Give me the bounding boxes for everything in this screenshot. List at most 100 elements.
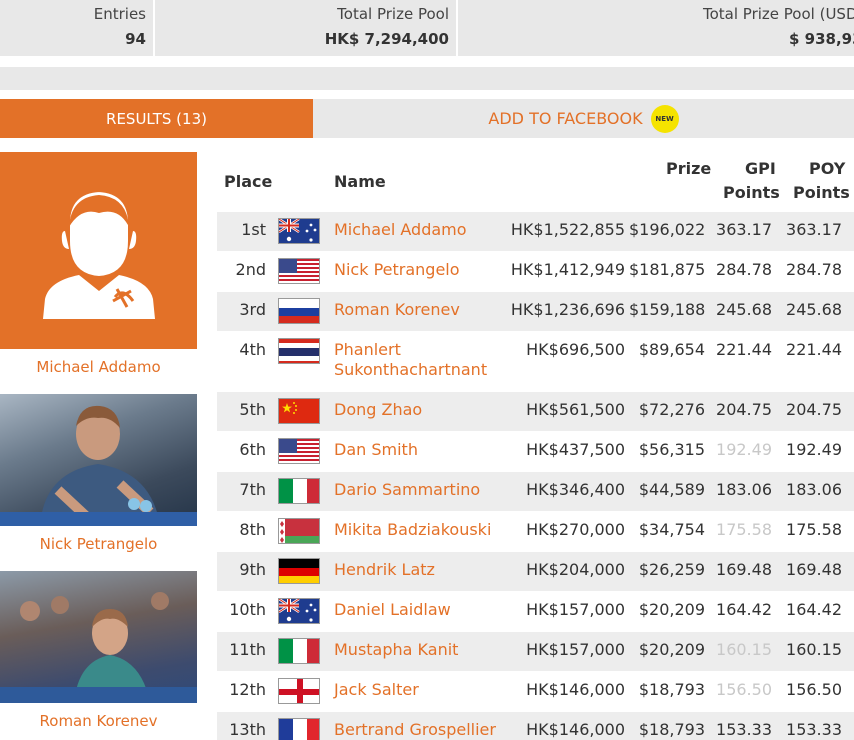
player-name-link[interactable]: Mikita Badziakouski [334,520,524,540]
france-flag-icon [278,718,320,740]
table-row: 1st Michael Addamo HK$1,522,855 $196,022 363… [217,212,854,252]
add-to-facebook-button[interactable]: ADD TO FACEBOOK NEW [313,99,854,138]
avatar-placeholder-icon [0,152,197,349]
prize-cell: HK$346,400 [526,480,625,499]
table-row: 7th Dario Sammartino HK$346,400 $44,589 183.… [217,472,854,512]
player-name-link[interactable]: Michael Addamo [334,220,524,240]
prize-usd-cell: $34,754 [638,520,705,539]
table-row: 10th Daniel Laidlaw HK$157,000 $20,209 164.4… [217,592,854,632]
prize-cell: HK$270,000 [526,520,625,539]
add-to-facebook-label: ADD TO FACEBOOK [488,109,643,128]
prize-cell: HK$696,500 [526,340,625,359]
thailand-flag-icon [278,338,320,364]
prize-cell: HK$1,236,696 [510,300,625,319]
table-row: 9th Hendrik Latz HK$204,000 $26,259 169.48 16… [217,552,854,592]
prize-usd-cell: $20,209 [638,600,705,619]
australia-flag-icon [278,218,320,244]
player-name-link[interactable]: Daniel Laidlaw [334,600,524,620]
prize-pool-value: HK$ 7,294,400 [324,30,449,48]
table-row: 13th Bertrand Grospellier HK$146,000 $18,79… [217,712,854,740]
gpi-points-cell: 363.17 [716,220,772,239]
place-cell: 6th [239,440,266,459]
header-name: Name [334,172,386,191]
russia-flag-icon [278,298,320,324]
prize-usd-cell: $159,188 [629,300,706,319]
table-row: 2nd Nick Petrangelo HK$1,412,949 $181,875 28… [217,252,854,292]
belarus-flag-icon [278,518,320,544]
player-name-link[interactable]: Nick Petrangelo [334,260,524,280]
gpi-points-cell: 221.44 [716,340,772,359]
table-body: 1st Michael Addamo HK$1,522,855 $196,022 363… [217,212,854,740]
player-name-link[interactable]: Dario Sammartino [334,480,524,500]
prize-cell: HK$146,000 [526,680,625,699]
gpi-points-cell: 175.58 [716,520,772,539]
entries-value: 94 [125,30,146,48]
italy-flag-icon [278,638,320,664]
header-poy: POY [809,159,846,178]
player-name-link[interactable]: Dong Zhao [334,400,524,420]
header-gpi: GPI [745,159,776,178]
poy-points-cell: 204.75 [786,400,842,419]
poy-points-cell: 169.48 [786,560,842,579]
player-card[interactable]: Roman Korenev [0,571,197,740]
prize-usd-cell: $89,654 [638,340,705,359]
germany-flag-icon [278,558,320,584]
place-cell: 2nd [235,260,266,279]
place-cell: 10th [229,600,266,619]
results-tabs: RESULTS (13) ADD TO FACEBOOK NEW [0,99,854,138]
player-name-link[interactable]: Bertrand Grospellier [334,720,524,740]
player-name-link[interactable]: Hendrik Latz [334,560,524,580]
usa-flag-icon [278,258,320,284]
prize-cell: HK$157,000 [526,640,625,659]
prize-pool-usd-value: $ 938,93 [789,30,854,48]
player-name-link[interactable]: Phanlert Sukonthachartnant [334,340,524,380]
place-cell: 12th [229,680,266,699]
header-poy-points: Points [793,183,850,202]
top-players-panel: Michael Addamo Nick Petrangelo Roman Kor… [0,152,197,740]
table-row: 12th Jack Salter HK$146,000 $18,793 156.50 15… [217,672,854,712]
place-cell: 7th [239,480,266,499]
table-row: 5th Dong Zhao HK$561,500 $72,276 204.75 204.7… [217,392,854,432]
new-badge: NEW [650,104,679,133]
china-flag-icon [278,398,320,424]
player-name-link[interactable]: Roman Korenev [334,300,524,320]
prize-pool-label: Total Prize Pool [337,5,449,23]
prize-pool-stat: Total Prize Pool HK$ 7,294,400 [155,0,458,56]
gpi-points-cell: 156.50 [716,680,772,699]
prize-usd-cell: $18,793 [638,720,705,739]
place-cell: 1st [241,220,266,239]
poy-points-cell: 245.68 [786,300,842,319]
table-row: 3rd Roman Korenev HK$1,236,696 $159,188 245.… [217,292,854,332]
poy-points-cell: 192.49 [786,440,842,459]
gpi-points-cell: 192.49 [716,440,772,459]
gpi-points-cell: 153.33 [716,720,772,739]
poy-points-cell: 284.78 [786,260,842,279]
gpi-points-cell: 204.75 [716,400,772,419]
australia-flag-icon [278,598,320,624]
poy-points-cell: 164.42 [786,600,842,619]
prize-usd-cell: $181,875 [629,260,706,279]
table-row: 4th Phanlert Sukonthachartnant HK$696,500 $… [217,332,854,392]
poy-points-cell: 156.50 [786,680,842,699]
player-card-name[interactable]: Nick Petrangelo [0,526,197,571]
table-row: 8th Mikita Badziakouski HK$270,000 $34,754 1… [217,512,854,552]
prize-usd-cell: $26,259 [638,560,705,579]
table-row: 6th Dan Smith HK$437,500 $56,315 192.49 192.4… [217,432,854,472]
player-name-link[interactable]: Dan Smith [334,440,524,460]
prize-usd-cell: $196,022 [629,220,706,239]
player-name-link[interactable]: Jack Salter [334,680,524,700]
player-card-name[interactable]: Roman Korenev [0,703,197,740]
header-gpi-points: Points [723,183,780,202]
tournament-stats-bar: Entries 94 Total Prize Pool HK$ 7,294,40… [0,0,854,56]
england-flag-icon [278,678,320,704]
prize-cell: HK$157,000 [526,600,625,619]
player-card-name[interactable]: Michael Addamo [0,349,197,394]
player-card[interactable]: Michael Addamo [0,152,197,394]
place-cell: 4th [239,340,266,359]
tab-results[interactable]: RESULTS (13) [0,99,313,138]
player-card[interactable]: Nick Petrangelo [0,394,197,571]
gpi-points-cell: 183.06 [716,480,772,499]
place-cell: 11th [229,640,266,659]
player-name-link[interactable]: Mustapha Kanit [334,640,524,660]
poy-points-cell: 160.15 [786,640,842,659]
